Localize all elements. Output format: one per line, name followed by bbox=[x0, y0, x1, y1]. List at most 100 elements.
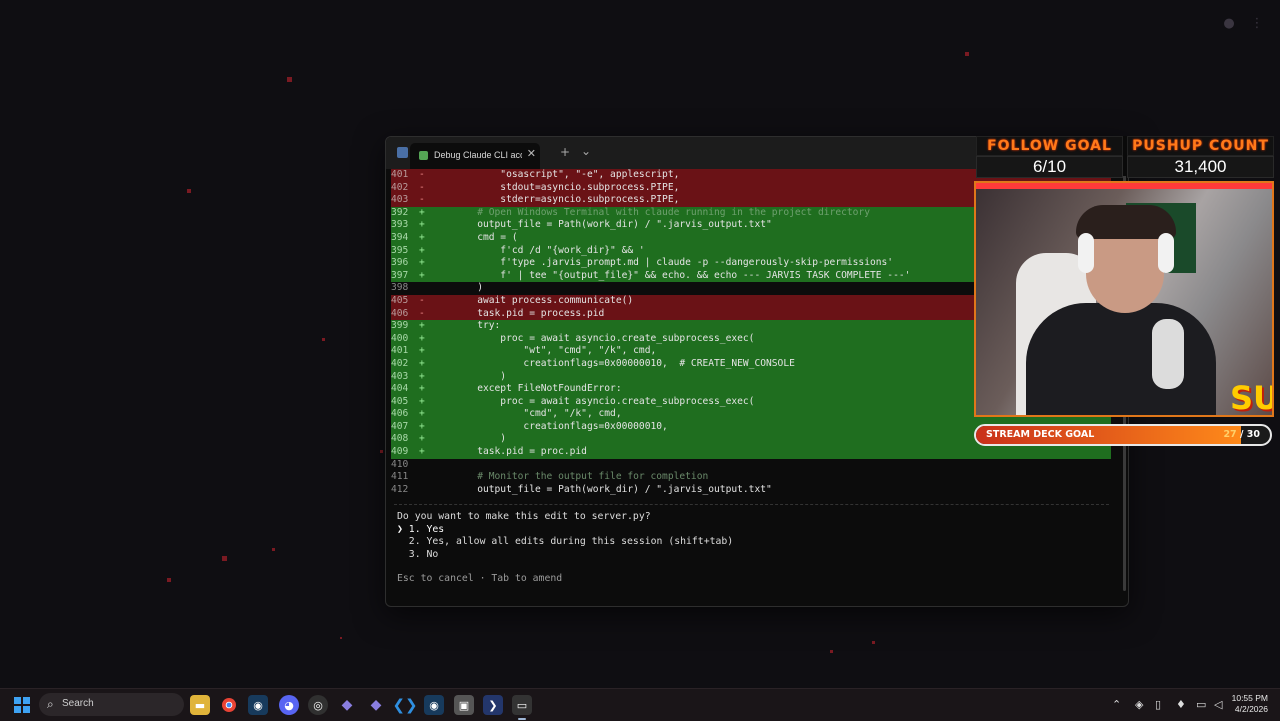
tray-app-icon[interactable]: ◈ bbox=[1135, 698, 1143, 711]
diff-line-number: 396 bbox=[391, 257, 409, 269]
diff-code: "osascript", "-e", applescript, bbox=[431, 169, 680, 180]
tray-usb-icon[interactable]: ▯ bbox=[1155, 698, 1161, 711]
diff-code: creationflags=0x00000010, # CREATE_NEW_C… bbox=[431, 357, 795, 369]
diff-marker bbox=[419, 484, 431, 497]
diff-line-number: 411 bbox=[391, 471, 409, 483]
diff-code: ) bbox=[431, 370, 507, 382]
stream-deck-separator: / bbox=[1236, 429, 1247, 440]
diff-code: proc = await asyncio.create_subprocess_e… bbox=[431, 395, 755, 407]
obs-icon[interactable]: ◎ bbox=[308, 695, 328, 715]
microphone-icon[interactable]: ● bbox=[1218, 12, 1240, 34]
prompt-hint: Esc to cancel · Tab to amend bbox=[397, 573, 563, 585]
tray-overflow-icon[interactable]: ⌃ bbox=[1112, 698, 1121, 711]
tray-volume-icon[interactable]: ◁ bbox=[1214, 698, 1222, 711]
clock-time: 10:55 PM bbox=[1231, 693, 1268, 703]
diff-line-number: 403 bbox=[391, 370, 409, 382]
app-diamond-icon[interactable]: ◆ bbox=[337, 695, 357, 715]
diff-code: ) bbox=[431, 433, 507, 445]
diff-line-number: 404 bbox=[391, 383, 409, 395]
cam-headphone-right bbox=[1158, 233, 1174, 273]
diff-code: cmd = ( bbox=[431, 231, 518, 243]
pushup-count-title: PUSHUP COUNT bbox=[1127, 136, 1274, 156]
diff-code: stderr=asyncio.subprocess.PIPE, bbox=[431, 194, 680, 206]
diff-line-number: 406 bbox=[391, 307, 409, 319]
more-options-icon[interactable]: ⋮ bbox=[1246, 12, 1268, 34]
search-icon: ⌕ bbox=[47, 697, 54, 711]
diff-code: creationflags=0x00000010, bbox=[431, 420, 668, 432]
diff-line-number: 402 bbox=[391, 181, 409, 193]
diff-code: try: bbox=[431, 320, 501, 332]
diff-marker: + bbox=[419, 383, 425, 395]
vscode-icon[interactable]: ❮❯ bbox=[392, 695, 417, 715]
tray-network-icon[interactable]: ▭ bbox=[1196, 698, 1206, 711]
stream-deck-goal-bar: STREAM DECK GOAL 27 / 30 bbox=[974, 424, 1272, 446]
webcam-feed: SU bbox=[974, 181, 1274, 417]
diff-code: # Monitor the output file for completion bbox=[431, 471, 709, 483]
diff-line: 412 output_file = Path(work_dir) / ".jar… bbox=[391, 484, 1111, 497]
terminal-icon[interactable]: ▭ bbox=[512, 695, 532, 715]
diff-marker: + bbox=[419, 320, 425, 332]
tray-mic-icon[interactable]: ♦ bbox=[1176, 698, 1186, 711]
diff-marker: + bbox=[419, 433, 425, 445]
diff-line-number: 394 bbox=[391, 231, 409, 243]
diff-line-number: 405 bbox=[391, 294, 409, 306]
prompt-question: Do you want to make this edit to server.… bbox=[397, 511, 651, 522]
diff-line-number: 407 bbox=[391, 420, 409, 432]
diff-line-number: 399 bbox=[391, 320, 409, 332]
taskbar-search-box[interactable]: ⌕ Search bbox=[39, 693, 184, 716]
diff-marker: + bbox=[419, 332, 425, 344]
edit-confirmation-prompt: Do you want to make this edit to server.… bbox=[397, 511, 733, 586]
stream-goals-panel: FOLLOW GOAL 6/10 PUSHUP COUNT 31,400 bbox=[976, 136, 1274, 178]
clock-date: 4/2/2026 bbox=[1234, 704, 1268, 714]
terminal-app-icon bbox=[397, 147, 408, 158]
taskbar-clock[interactable]: 10:55 PM 4/2/2026 bbox=[1232, 693, 1268, 715]
tab-debug-claude[interactable]: Debug Claude CLI access p ✕ bbox=[410, 143, 540, 169]
pushup-count-value: 31,400 bbox=[1127, 156, 1274, 178]
app-diamond-2-icon[interactable]: ◆ bbox=[366, 695, 386, 715]
diff-code: output_file = Path(work_dir) / ".jarvis_… bbox=[431, 483, 772, 495]
diff-line-number: 409 bbox=[391, 446, 409, 458]
steam-2-icon[interactable]: ◉ bbox=[424, 695, 444, 715]
diff-marker: + bbox=[419, 206, 425, 218]
diff-marker: + bbox=[419, 269, 425, 281]
diff-line: 410 bbox=[391, 459, 1111, 472]
tab-dropdown-button[interactable]: ⌄ bbox=[581, 144, 591, 158]
follow-goal-title: FOLLOW GOAL bbox=[976, 136, 1123, 156]
diff-marker: + bbox=[419, 420, 425, 432]
diff-code: # Open Windows Terminal with claude runn… bbox=[431, 206, 870, 218]
powershell-icon[interactable]: ❯ bbox=[483, 695, 503, 715]
diff-line-number: 402 bbox=[391, 357, 409, 369]
store-icon[interactable]: ▣ bbox=[454, 695, 474, 715]
option-no[interactable]: 3. No bbox=[397, 549, 733, 562]
diff-marker: - bbox=[419, 181, 425, 193]
diff-marker: + bbox=[419, 257, 425, 269]
diff-line-number: 392 bbox=[391, 206, 409, 218]
diff-code: except FileNotFoundError: bbox=[431, 383, 622, 395]
diff-code: stdout=asyncio.subprocess.PIPE, bbox=[431, 181, 680, 193]
diff-code: f'cd /d "{work_dir}" && ' bbox=[431, 244, 645, 256]
stream-deck-current: 27 bbox=[1223, 429, 1237, 440]
option-yes-allow-all[interactable]: 2. Yes, allow all edits during this sess… bbox=[397, 536, 733, 549]
tab-icon bbox=[419, 151, 428, 160]
chrome-icon[interactable] bbox=[219, 695, 239, 715]
diff-marker: + bbox=[419, 244, 425, 256]
diff-marker: - bbox=[419, 294, 425, 306]
discord-icon[interactable]: ◕ bbox=[279, 695, 299, 715]
windows-start-icon[interactable] bbox=[12, 695, 32, 715]
diff-line-number: 412 bbox=[391, 483, 409, 495]
tab-close-icon[interactable]: ✕ bbox=[527, 147, 536, 160]
taskbar: ⌕ Search ▬ ◉ ◕ ◎ ◆ ◆ ❮❯ ◉ ▣ ❯ ▭ ⌃ ◈ ▯ ♦ … bbox=[0, 688, 1280, 721]
file-explorer-icon[interactable]: ▬ bbox=[190, 695, 210, 715]
option-yes[interactable]: ❯ 1. Yes bbox=[397, 524, 733, 537]
new-tab-button[interactable]: + bbox=[560, 145, 570, 159]
cam-person-body bbox=[1026, 303, 1216, 415]
diff-line: 411 # Monitor the output file for comple… bbox=[391, 471, 1111, 484]
diff-line-number: 401 bbox=[391, 169, 409, 180]
diff-marker bbox=[419, 471, 431, 484]
diff-code: "cmd", "/k", cmd, bbox=[431, 408, 622, 420]
diff-line-number: 401 bbox=[391, 345, 409, 357]
stream-deck-target: 30 bbox=[1246, 429, 1260, 440]
diff-marker: - bbox=[419, 307, 425, 319]
steam-icon[interactable]: ◉ bbox=[248, 695, 268, 715]
diff-marker: + bbox=[419, 446, 425, 458]
